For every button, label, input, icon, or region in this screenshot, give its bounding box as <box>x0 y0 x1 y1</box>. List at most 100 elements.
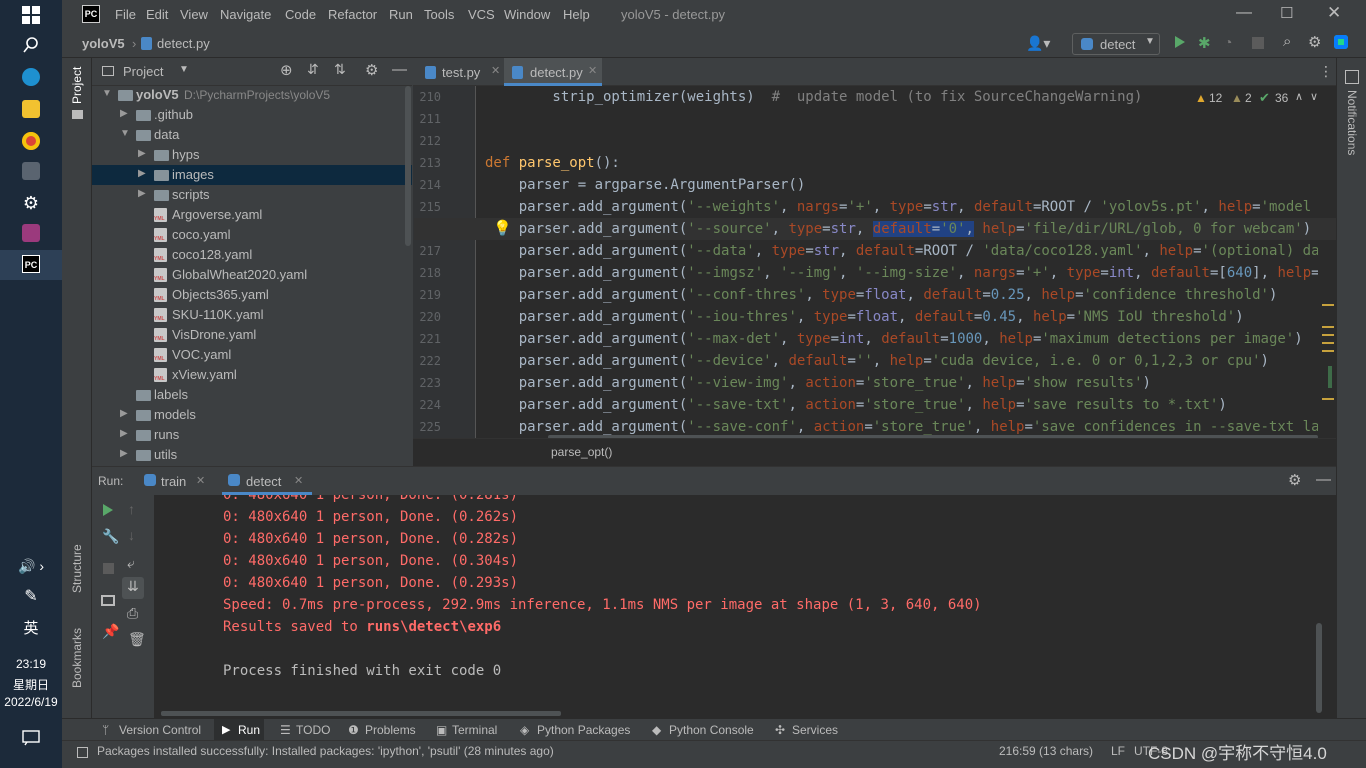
hide-panel-icon[interactable]: — <box>392 61 407 78</box>
tool-run-active[interactable]: ▶ Run <box>214 719 264 741</box>
tool-version-control[interactable]: Version Control <box>119 723 201 737</box>
editor-scrollbar-thumb[interactable] <box>1328 366 1332 388</box>
tab-test-py[interactable]: test.py ✕ <box>423 58 507 86</box>
tree-item-yaml[interactable]: Objects365.yaml <box>92 285 412 305</box>
notifications-side-tab[interactable]: Notifications <box>1345 90 1359 155</box>
breadcrumb-file[interactable]: detect.py <box>157 36 210 51</box>
close-tab-icon[interactable]: ✕ <box>588 64 597 77</box>
close-icon[interactable]: ✕ <box>1327 3 1341 23</box>
wrench-icon[interactable]: 🔧 <box>102 528 119 545</box>
run-play-icon[interactable] <box>1175 36 1185 48</box>
menu-file[interactable]: File <box>115 7 136 22</box>
tree-item-labels[interactable]: labels <box>92 385 412 405</box>
jetbrains-toolbox-icon[interactable] <box>1334 35 1348 49</box>
close-tab-icon[interactable]: ✕ <box>491 64 500 77</box>
settings-gear-icon[interactable]: ⚙ <box>0 193 62 214</box>
collapse-all-icon[interactable]: ⇅ <box>334 61 346 78</box>
menu-navigate[interactable]: Navigate <box>220 7 271 22</box>
tool-problems[interactable]: Problems <box>365 723 416 737</box>
tool-todo[interactable]: TODO <box>296 723 330 737</box>
pin-icon[interactable]: 📌 <box>102 623 119 640</box>
settings-icon[interactable]: ⚙ <box>1308 33 1321 51</box>
close-tab-icon[interactable]: ✕ <box>294 474 303 487</box>
volume-icon[interactable]: 🔊 › <box>0 558 62 575</box>
tool-terminal[interactable]: Terminal <box>452 723 497 737</box>
console-horizontal-scrollbar[interactable] <box>161 711 561 716</box>
tool-python-packages[interactable]: Python Packages <box>537 723 630 737</box>
notification-center-icon[interactable] <box>0 730 62 749</box>
run-tab-detect[interactable]: detect ✕ <box>222 467 312 495</box>
tree-item-yaml[interactable]: coco.yaml <box>92 225 412 245</box>
soft-wrap-icon[interactable]: ⤶ <box>127 555 135 572</box>
bookmarks-side-tab[interactable]: Bookmarks <box>70 628 84 688</box>
tree-item-images[interactable]: ▶ images <box>92 165 412 185</box>
tree-item-yaml[interactable]: VOC.yaml <box>92 345 412 365</box>
chevron-up-icon[interactable]: ∧ <box>1295 90 1303 103</box>
stop-icon[interactable] <box>103 563 114 574</box>
debug-bug-icon[interactable]: ✱ <box>1198 34 1211 52</box>
tool-services[interactable]: Services <box>792 723 838 737</box>
hide-panel-icon[interactable]: — <box>1316 471 1331 488</box>
menu-code[interactable]: Code <box>285 7 316 22</box>
menu-window[interactable]: Window <box>504 7 550 22</box>
project-panel-title[interactable]: Project <box>123 64 163 79</box>
error-stripe-mark[interactable] <box>1322 342 1334 344</box>
search-icon[interactable] <box>0 36 62 57</box>
tree-item-models[interactable]: ▶ models <box>92 405 412 425</box>
inspection-widget[interactable]: ▲ 12 ▲ 2 ✔ 36 ∧ ∨ <box>1193 90 1321 108</box>
breadcrumb-project[interactable]: yoloV5 <box>82 36 125 51</box>
error-stripe-mark[interactable] <box>1322 334 1334 336</box>
expand-all-icon[interactable]: ⇵ <box>307 61 319 78</box>
console-output[interactable]: 0: 480x640 1 person, Done. (0.281s) 0: 4… <box>154 495 1324 719</box>
tree-item-runs[interactable]: ▶ runs <box>92 425 412 445</box>
trash-icon[interactable]: 🗑 <box>128 631 146 648</box>
status-square-icon[interactable] <box>77 747 88 758</box>
error-stripe-mark[interactable] <box>1322 326 1334 328</box>
error-stripe-mark[interactable] <box>1322 398 1334 400</box>
tab-detect-py[interactable]: detect.py ✕ <box>504 58 602 86</box>
user-icon[interactable]: 👤▾ <box>1026 35 1050 52</box>
locate-file-icon[interactable]: ⊕ <box>280 61 293 79</box>
tree-item-yaml[interactable]: GlobalWheat2020.yaml <box>92 265 412 285</box>
status-message[interactable]: Packages installed successfully: Install… <box>97 744 554 758</box>
structure-side-tab[interactable]: Structure <box>70 544 84 593</box>
search-everywhere-icon[interactable]: ⌕ <box>1283 33 1291 50</box>
run-tab-train[interactable]: train ✕ <box>140 467 220 495</box>
tool-python-console[interactable]: Python Console <box>669 723 754 737</box>
menu-help[interactable]: Help <box>563 7 590 22</box>
ime-indicator[interactable]: 英 <box>0 617 62 638</box>
tree-item-scripts[interactable]: ▶ scripts <box>92 185 412 205</box>
menu-edit[interactable]: Edit <box>146 7 168 22</box>
windows-start-icon[interactable] <box>0 6 62 27</box>
arrow-down-icon[interactable]: ↓ <box>128 527 135 543</box>
tree-item-data[interactable]: ▼ data <box>92 125 412 145</box>
tree-item-yaml[interactable]: VisDrone.yaml <box>92 325 412 345</box>
menu-run[interactable]: Run <box>389 7 413 22</box>
tree-item-yaml[interactable]: Argoverse.yaml <box>92 205 412 225</box>
code-area[interactable]: strip_optimizer(weights) # update model … <box>413 86 1318 438</box>
chevron-down-icon[interactable]: ▼ <box>179 64 189 75</box>
menu-refactor[interactable]: Refactor <box>328 7 377 22</box>
notifications-icon[interactable] <box>1345 70 1359 84</box>
menu-vcs[interactable]: VCS <box>468 7 495 22</box>
tree-item-github[interactable]: ▶ .github <box>92 105 412 125</box>
chrome-icon[interactable] <box>0 132 62 153</box>
error-stripe-mark[interactable] <box>1322 350 1334 352</box>
app-window-icon[interactable] <box>0 162 62 183</box>
minimize-icon[interactable]: — <box>1236 4 1252 22</box>
tree-root[interactable]: ▼ yoloV5 D:\PycharmProjects\yoloV5 <box>92 85 412 105</box>
tree-item-yaml[interactable]: SKU-110K.yaml <box>92 305 412 325</box>
project-scrollbar[interactable] <box>405 86 411 246</box>
menu-tools[interactable]: Tools <box>424 7 454 22</box>
maximize-icon[interactable]: ☐ <box>1280 4 1293 22</box>
function-breadcrumb[interactable]: parse_opt() <box>551 445 612 459</box>
print-icon[interactable]: ⎙ <box>127 605 138 622</box>
run-config-selector[interactable]: detect ▼ <box>1072 33 1160 55</box>
edge-icon[interactable] <box>0 68 62 89</box>
more-tabs-icon[interactable]: ⋮ <box>1319 63 1333 80</box>
winrar-icon[interactable] <box>0 224 62 245</box>
tree-item-yaml[interactable]: xView.yaml <box>92 365 412 385</box>
line-separator[interactable]: LF <box>1111 744 1125 758</box>
console-vertical-scrollbar[interactable] <box>1316 623 1322 713</box>
error-stripe-mark[interactable] <box>1322 304 1334 306</box>
